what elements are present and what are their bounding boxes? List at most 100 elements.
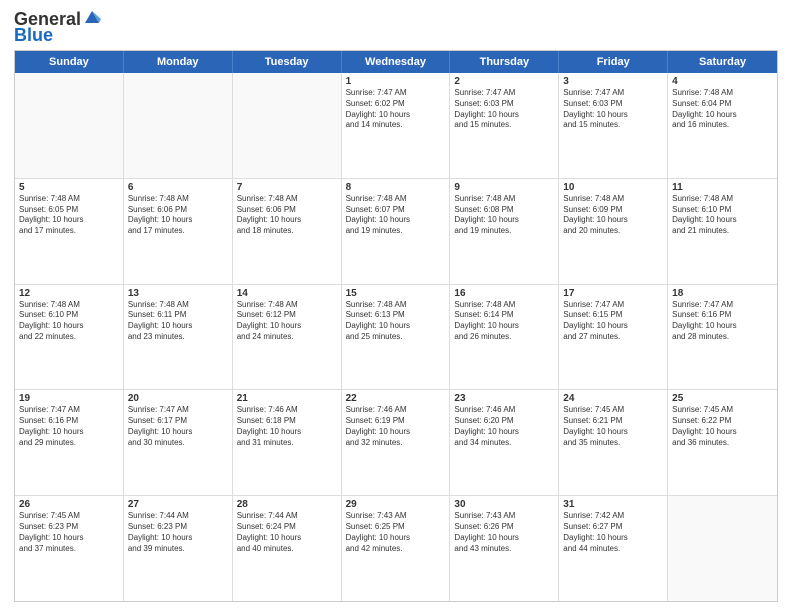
day-details: Sunrise: 7:48 AM Sunset: 6:09 PM Dayligh… bbox=[563, 194, 663, 237]
day-details: Sunrise: 7:43 AM Sunset: 6:25 PM Dayligh… bbox=[346, 511, 446, 554]
day-number: 6 bbox=[128, 182, 228, 193]
calendar-cell-day-1: 1Sunrise: 7:47 AM Sunset: 6:02 PM Daylig… bbox=[342, 73, 451, 178]
day-number: 29 bbox=[346, 499, 446, 510]
calendar-cell-empty bbox=[233, 73, 342, 178]
day-number: 27 bbox=[128, 499, 228, 510]
day-number: 8 bbox=[346, 182, 446, 193]
day-number: 26 bbox=[19, 499, 119, 510]
day-details: Sunrise: 7:47 AM Sunset: 6:02 PM Dayligh… bbox=[346, 88, 446, 131]
calendar-row-1: 1Sunrise: 7:47 AM Sunset: 6:02 PM Daylig… bbox=[15, 73, 777, 179]
calendar-cell-day-13: 13Sunrise: 7:48 AM Sunset: 6:11 PM Dayli… bbox=[124, 285, 233, 390]
calendar-cell-day-4: 4Sunrise: 7:48 AM Sunset: 6:04 PM Daylig… bbox=[668, 73, 777, 178]
calendar-cell-day-23: 23Sunrise: 7:46 AM Sunset: 6:20 PM Dayli… bbox=[450, 390, 559, 495]
day-details: Sunrise: 7:48 AM Sunset: 6:12 PM Dayligh… bbox=[237, 300, 337, 343]
day-details: Sunrise: 7:43 AM Sunset: 6:26 PM Dayligh… bbox=[454, 511, 554, 554]
day-number: 7 bbox=[237, 182, 337, 193]
day-number: 15 bbox=[346, 288, 446, 299]
calendar-row-3: 12Sunrise: 7:48 AM Sunset: 6:10 PM Dayli… bbox=[15, 285, 777, 391]
day-number: 11 bbox=[672, 182, 773, 193]
day-details: Sunrise: 7:47 AM Sunset: 6:15 PM Dayligh… bbox=[563, 300, 663, 343]
day-details: Sunrise: 7:48 AM Sunset: 6:13 PM Dayligh… bbox=[346, 300, 446, 343]
day-number: 5 bbox=[19, 182, 119, 193]
calendar-cell-day-29: 29Sunrise: 7:43 AM Sunset: 6:25 PM Dayli… bbox=[342, 496, 451, 601]
calendar-cell-day-16: 16Sunrise: 7:48 AM Sunset: 6:14 PM Dayli… bbox=[450, 285, 559, 390]
logo-blue-text: Blue bbox=[14, 26, 53, 44]
day-details: Sunrise: 7:47 AM Sunset: 6:16 PM Dayligh… bbox=[19, 405, 119, 448]
day-details: Sunrise: 7:48 AM Sunset: 6:11 PM Dayligh… bbox=[128, 300, 228, 343]
calendar-body: 1Sunrise: 7:47 AM Sunset: 6:02 PM Daylig… bbox=[15, 73, 777, 601]
day-details: Sunrise: 7:48 AM Sunset: 6:10 PM Dayligh… bbox=[672, 194, 773, 237]
day-number: 23 bbox=[454, 393, 554, 404]
calendar-cell-day-8: 8Sunrise: 7:48 AM Sunset: 6:07 PM Daylig… bbox=[342, 179, 451, 284]
day-details: Sunrise: 7:44 AM Sunset: 6:24 PM Dayligh… bbox=[237, 511, 337, 554]
day-number: 9 bbox=[454, 182, 554, 193]
calendar-cell-day-12: 12Sunrise: 7:48 AM Sunset: 6:10 PM Dayli… bbox=[15, 285, 124, 390]
day-number: 22 bbox=[346, 393, 446, 404]
calendar-cell-day-20: 20Sunrise: 7:47 AM Sunset: 6:17 PM Dayli… bbox=[124, 390, 233, 495]
calendar-cell-day-5: 5Sunrise: 7:48 AM Sunset: 6:05 PM Daylig… bbox=[15, 179, 124, 284]
day-number: 12 bbox=[19, 288, 119, 299]
day-number: 4 bbox=[672, 76, 773, 87]
day-number: 24 bbox=[563, 393, 663, 404]
header-cell-monday: Monday bbox=[124, 51, 233, 73]
header-cell-friday: Friday bbox=[559, 51, 668, 73]
day-details: Sunrise: 7:47 AM Sunset: 6:03 PM Dayligh… bbox=[563, 88, 663, 131]
day-details: Sunrise: 7:47 AM Sunset: 6:17 PM Dayligh… bbox=[128, 405, 228, 448]
calendar-cell-day-18: 18Sunrise: 7:47 AM Sunset: 6:16 PM Dayli… bbox=[668, 285, 777, 390]
calendar-row-2: 5Sunrise: 7:48 AM Sunset: 6:05 PM Daylig… bbox=[15, 179, 777, 285]
day-number: 19 bbox=[19, 393, 119, 404]
day-details: Sunrise: 7:42 AM Sunset: 6:27 PM Dayligh… bbox=[563, 511, 663, 554]
calendar-cell-day-30: 30Sunrise: 7:43 AM Sunset: 6:26 PM Dayli… bbox=[450, 496, 559, 601]
day-number: 20 bbox=[128, 393, 228, 404]
day-details: Sunrise: 7:48 AM Sunset: 6:10 PM Dayligh… bbox=[19, 300, 119, 343]
calendar-cell-empty bbox=[668, 496, 777, 601]
calendar-cell-day-14: 14Sunrise: 7:48 AM Sunset: 6:12 PM Dayli… bbox=[233, 285, 342, 390]
day-details: Sunrise: 7:48 AM Sunset: 6:05 PM Dayligh… bbox=[19, 194, 119, 237]
day-details: Sunrise: 7:46 AM Sunset: 6:20 PM Dayligh… bbox=[454, 405, 554, 448]
page: General Blue SundayMondayTuesdayWednesda… bbox=[0, 0, 792, 612]
calendar-cell-day-6: 6Sunrise: 7:48 AM Sunset: 6:06 PM Daylig… bbox=[124, 179, 233, 284]
header: General Blue bbox=[14, 10, 778, 44]
calendar-cell-day-22: 22Sunrise: 7:46 AM Sunset: 6:19 PM Dayli… bbox=[342, 390, 451, 495]
day-number: 21 bbox=[237, 393, 337, 404]
day-details: Sunrise: 7:45 AM Sunset: 6:22 PM Dayligh… bbox=[672, 405, 773, 448]
calendar-cell-empty bbox=[124, 73, 233, 178]
header-cell-sunday: Sunday bbox=[15, 51, 124, 73]
calendar-cell-day-17: 17Sunrise: 7:47 AM Sunset: 6:15 PM Dayli… bbox=[559, 285, 668, 390]
calendar-header-row: SundayMondayTuesdayWednesdayThursdayFrid… bbox=[15, 51, 777, 73]
day-number: 3 bbox=[563, 76, 663, 87]
day-number: 30 bbox=[454, 499, 554, 510]
calendar: SundayMondayTuesdayWednesdayThursdayFrid… bbox=[14, 50, 778, 602]
day-details: Sunrise: 7:46 AM Sunset: 6:19 PM Dayligh… bbox=[346, 405, 446, 448]
calendar-row-4: 19Sunrise: 7:47 AM Sunset: 6:16 PM Dayli… bbox=[15, 390, 777, 496]
calendar-cell-day-7: 7Sunrise: 7:48 AM Sunset: 6:06 PM Daylig… bbox=[233, 179, 342, 284]
header-cell-wednesday: Wednesday bbox=[342, 51, 451, 73]
calendar-cell-day-10: 10Sunrise: 7:48 AM Sunset: 6:09 PM Dayli… bbox=[559, 179, 668, 284]
day-number: 25 bbox=[672, 393, 773, 404]
calendar-cell-day-24: 24Sunrise: 7:45 AM Sunset: 6:21 PM Dayli… bbox=[559, 390, 668, 495]
calendar-cell-day-3: 3Sunrise: 7:47 AM Sunset: 6:03 PM Daylig… bbox=[559, 73, 668, 178]
logo-icon bbox=[83, 9, 101, 27]
day-details: Sunrise: 7:45 AM Sunset: 6:21 PM Dayligh… bbox=[563, 405, 663, 448]
calendar-cell-empty bbox=[15, 73, 124, 178]
day-details: Sunrise: 7:48 AM Sunset: 6:08 PM Dayligh… bbox=[454, 194, 554, 237]
day-number: 2 bbox=[454, 76, 554, 87]
calendar-cell-day-19: 19Sunrise: 7:47 AM Sunset: 6:16 PM Dayli… bbox=[15, 390, 124, 495]
calendar-cell-day-31: 31Sunrise: 7:42 AM Sunset: 6:27 PM Dayli… bbox=[559, 496, 668, 601]
calendar-cell-day-28: 28Sunrise: 7:44 AM Sunset: 6:24 PM Dayli… bbox=[233, 496, 342, 601]
calendar-cell-day-11: 11Sunrise: 7:48 AM Sunset: 6:10 PM Dayli… bbox=[668, 179, 777, 284]
day-number: 31 bbox=[563, 499, 663, 510]
day-number: 17 bbox=[563, 288, 663, 299]
header-cell-saturday: Saturday bbox=[668, 51, 777, 73]
calendar-cell-day-27: 27Sunrise: 7:44 AM Sunset: 6:23 PM Dayli… bbox=[124, 496, 233, 601]
day-number: 13 bbox=[128, 288, 228, 299]
day-details: Sunrise: 7:47 AM Sunset: 6:03 PM Dayligh… bbox=[454, 88, 554, 131]
day-details: Sunrise: 7:47 AM Sunset: 6:16 PM Dayligh… bbox=[672, 300, 773, 343]
day-number: 1 bbox=[346, 76, 446, 87]
logo: General Blue bbox=[14, 10, 101, 44]
day-details: Sunrise: 7:48 AM Sunset: 6:06 PM Dayligh… bbox=[237, 194, 337, 237]
calendar-row-5: 26Sunrise: 7:45 AM Sunset: 6:23 PM Dayli… bbox=[15, 496, 777, 601]
day-number: 28 bbox=[237, 499, 337, 510]
day-details: Sunrise: 7:48 AM Sunset: 6:06 PM Dayligh… bbox=[128, 194, 228, 237]
day-details: Sunrise: 7:44 AM Sunset: 6:23 PM Dayligh… bbox=[128, 511, 228, 554]
